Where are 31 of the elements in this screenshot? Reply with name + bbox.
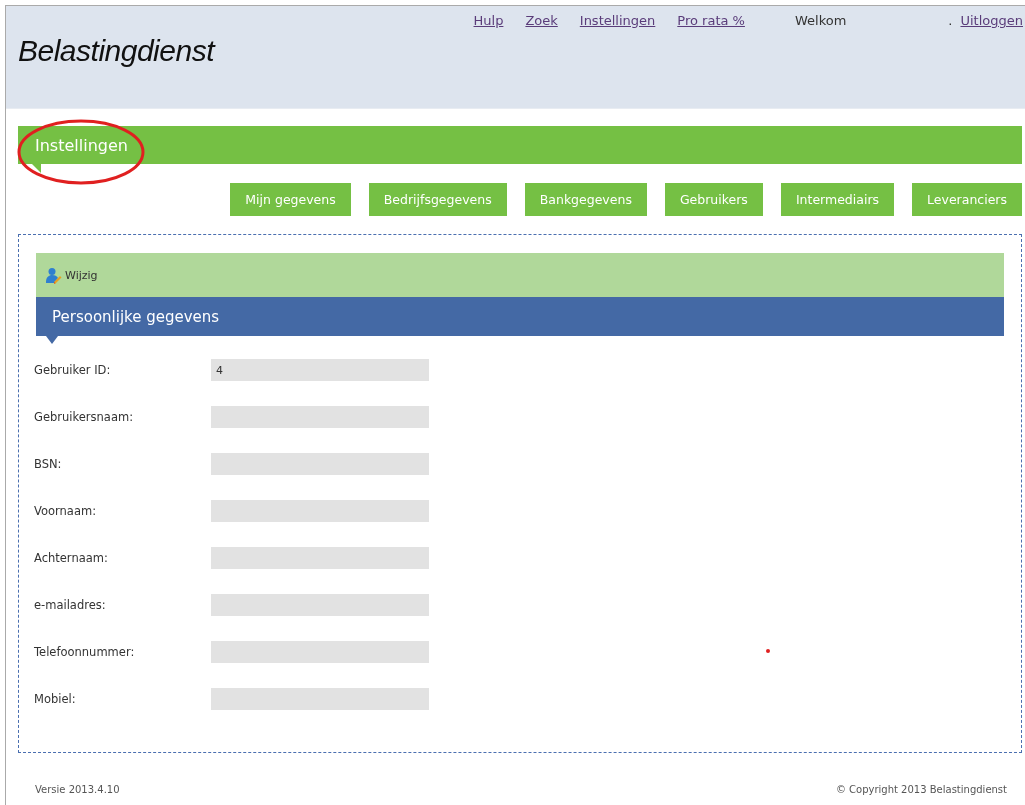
- nav-link[interactable]: Pro rata %: [677, 13, 745, 28]
- field-label: BSN:: [34, 457, 63, 471]
- input-field[interactable]: [211, 594, 429, 616]
- nav-link[interactable]: Instellingen: [579, 13, 656, 28]
- field-label: Achternaam:: [34, 551, 109, 565]
- stray-dot: [766, 649, 770, 653]
- field-label: Gebruikersnaam:: [34, 410, 134, 424]
- field-label: Mobiel:: [34, 692, 77, 706]
- field-label: Gebruiker ID:: [34, 363, 112, 377]
- input-field[interactable]: [211, 406, 429, 428]
- user-edit-icon: [45, 266, 62, 284]
- version-text: Versie 2013.4.10: [35, 784, 120, 795]
- input-field[interactable]: [211, 688, 429, 710]
- input-field[interactable]: [211, 641, 429, 663]
- site-logo: Belastingdienst: [18, 34, 214, 68]
- copyright-text: © Copyright 2013 Belastingdienst: [835, 784, 1007, 795]
- nav-link[interactable]: Zoek: [525, 13, 558, 28]
- logout-link[interactable]: Uitloggen: [960, 13, 1023, 28]
- field-label: Telefoonnummer:: [34, 645, 136, 659]
- input-field[interactable]: 4: [211, 359, 429, 381]
- nav-link[interactable]: Hulp: [473, 13, 504, 28]
- input-field[interactable]: [211, 547, 429, 569]
- input-field[interactable]: [211, 500, 429, 522]
- field-label: e-mailadres:: [34, 598, 107, 612]
- page-title: Instellingen: [35, 135, 128, 155]
- field-label: Voornaam:: [34, 504, 98, 518]
- input-field[interactable]: [211, 453, 429, 475]
- section-title: Persoonlijke gegevens: [52, 307, 220, 326]
- welcome-text: Welkom: [794, 13, 847, 28]
- edit-button[interactable]: Wijzig: [45, 266, 98, 284]
- separator-text: .: [948, 13, 953, 28]
